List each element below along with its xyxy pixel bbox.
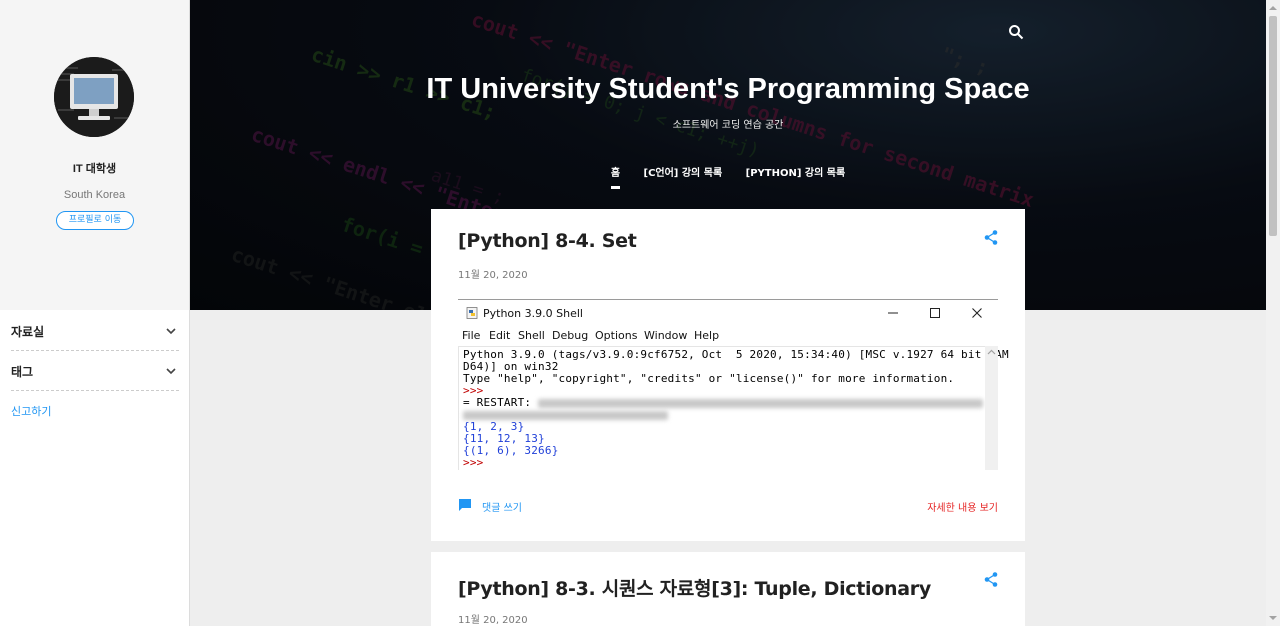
sidebar-section-tags[interactable]: 태그: [11, 351, 179, 391]
visit-profile-button[interactable]: 프로필로 이동: [56, 211, 134, 230]
redacted-path: [538, 398, 984, 408]
python-icon: [466, 307, 478, 319]
shell-line: Type "help", "copyright", "credits" or "…: [463, 372, 955, 385]
maximize-icon[interactable]: [929, 307, 941, 319]
menu-item-file[interactable]: File: [462, 329, 480, 342]
shell-prompt: >>>: [463, 456, 484, 469]
nav-item-c-lectures[interactable]: [C언어] 강의 목록: [644, 164, 723, 186]
shell-output[interactable]: Python 3.9.0 (tags/v3.9.0:9cf6752, Oct 5…: [458, 346, 1009, 470]
redacted-path: [463, 410, 668, 420]
report-abuse-link[interactable]: 신고하기: [11, 403, 51, 419]
chevron-down-icon: [166, 368, 176, 375]
menu-item-options[interactable]: Options: [595, 329, 637, 342]
main-nav: 홈 [C언어] 강의 목록 [PYTHON] 강의 목록: [190, 164, 1266, 189]
shell-scrollbar[interactable]: [985, 346, 998, 470]
shell-window-title: Python 3.9.0 Shell: [483, 307, 583, 320]
minimize-icon[interactable]: [887, 307, 899, 319]
post-date: 11월 20, 2020: [458, 270, 528, 281]
write-comment-label: 댓글 쓰기: [482, 503, 522, 514]
scroll-up-icon[interactable]: [1269, 4, 1277, 12]
sidebar-section-archive[interactable]: 자료실: [11, 311, 179, 351]
sidebar-section-label: 태그: [11, 365, 34, 379]
nav-item-python-lectures[interactable]: [PYTHON] 강의 목록: [746, 164, 846, 186]
blog-subtitle: 소프트웨어 코딩 연습 공간: [672, 120, 784, 131]
close-icon[interactable]: [971, 307, 983, 319]
scroll-up-icon[interactable]: [987, 348, 996, 357]
chevron-down-icon: [166, 328, 176, 335]
sidebar-section-label: 자료실: [11, 325, 45, 339]
nav-item-home[interactable]: 홈: [610, 164, 621, 189]
profile-location: South Korea: [63, 189, 126, 201]
shell-restart-label: = RESTART:: [463, 396, 539, 409]
shell-titlebar: Python 3.9.0 Shell: [458, 300, 998, 328]
sidebar: IT 대학생 South Korea 프로필로 이동 자료실 태그 신고하기: [0, 0, 190, 626]
shell-restart-line: = RESTART:: [463, 396, 984, 409]
menu-item-edit[interactable]: Edit: [489, 329, 510, 342]
python-shell-screenshot[interactable]: Python 3.9.0 Shell File Edit Shell Debug…: [458, 299, 1009, 470]
menu-item-debug[interactable]: Debug: [552, 329, 588, 342]
menu-item-window[interactable]: Window: [644, 329, 687, 342]
post-title[interactable]: [Python] 8-3. 시퀀스 자료형[3]: Tuple, Diction…: [458, 574, 931, 601]
search-icon[interactable]: [1008, 24, 1024, 40]
profile-card: IT 대학생 South Korea 프로필로 이동: [0, 0, 189, 310]
read-more-link[interactable]: 자세한 내용 보기: [927, 499, 998, 514]
post-card: [Python] 8-3. 시퀀스 자료형[3]: Tuple, Diction…: [431, 552, 1025, 626]
share-icon[interactable]: [984, 572, 998, 587]
shell-menubar: File Edit Shell Debug Options Window Hel…: [458, 329, 998, 345]
post-date: 11월 20, 2020: [458, 615, 528, 626]
comment-icon: [459, 499, 471, 511]
profile-name: IT 대학생: [72, 163, 117, 175]
post-card: [Python] 8-4. Set 11월 20, 2020 Python 3.…: [431, 209, 1025, 541]
avatar[interactable]: [54, 57, 134, 137]
menu-item-help[interactable]: Help: [694, 329, 719, 342]
page-scrollbar[interactable]: [1266, 0, 1280, 626]
post-title[interactable]: [Python] 8-4. Set: [458, 230, 637, 252]
scrollbar-thumb[interactable]: [1269, 16, 1277, 236]
menu-item-shell[interactable]: Shell: [518, 329, 545, 342]
blog-title[interactable]: IT University Student's Programming Spac…: [190, 73, 1266, 106]
share-icon[interactable]: [984, 230, 998, 245]
scroll-down-icon[interactable]: [1269, 614, 1277, 622]
